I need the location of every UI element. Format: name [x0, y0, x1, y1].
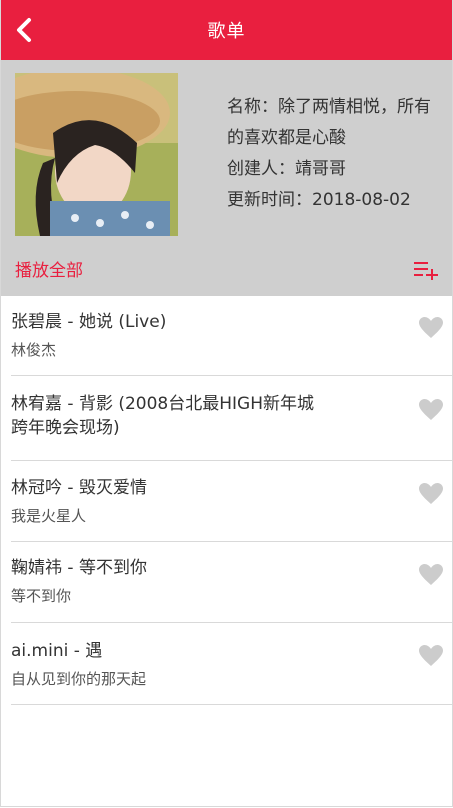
- heart-icon[interactable]: [418, 482, 444, 506]
- song-item[interactable]: 鞠婧祎 - 等不到你 等不到你: [11, 542, 452, 623]
- playlist-cover-image: [15, 73, 178, 236]
- chevron-left-icon[interactable]: [13, 16, 35, 44]
- song-title: 张碧晨 - 她说 (Live): [11, 312, 167, 332]
- play-all-button[interactable]: 播放全部: [15, 256, 83, 281]
- playlist-creator: 创建人：靖哥哥: [227, 159, 346, 179]
- song-title: ai.mini - 遇: [11, 641, 103, 661]
- song-artist: 等不到你: [11, 587, 72, 605]
- playlist-name-continued: 的喜欢都是心酸: [227, 128, 346, 148]
- heart-icon[interactable]: [418, 644, 444, 668]
- song-artist: 自从见到你的那天起: [11, 670, 147, 688]
- heart-icon[interactable]: [418, 563, 444, 587]
- song-list: 张碧晨 - 她说 (Live) 林俊杰 林宥嘉 - 背影 (2008台北最HIG…: [1, 296, 452, 705]
- song-title-continued: 跨年晚会现场): [11, 418, 120, 438]
- top-bar: 歌单: [1, 0, 452, 60]
- song-item[interactable]: ai.mini - 遇 自从见到你的那天起: [11, 623, 452, 705]
- song-title: 鞠婧祎 - 等不到你: [11, 558, 147, 578]
- heart-icon[interactable]: [418, 316, 444, 340]
- song-item[interactable]: 张碧晨 - 她说 (Live) 林俊杰: [11, 296, 452, 376]
- song-artist: 我是火星人: [11, 507, 87, 525]
- song-title: 林宥嘉 - 背影 (2008台北最HIGH新年城: [11, 394, 314, 414]
- playlist-name: 名称：除了两情相悦，所有: [227, 97, 431, 117]
- heart-icon[interactable]: [418, 398, 444, 422]
- song-item[interactable]: 林冠吟 - 毁灭爱情 我是火星人: [11, 461, 452, 542]
- app-frame: 歌单 名称：除了两情相悦，所有 的喜欢都是心酸 创建人：靖哥哥 更新时间：201…: [0, 0, 453, 807]
- page-title: 歌单: [207, 21, 246, 42]
- playlist-info: 名称：除了两情相悦，所有 的喜欢都是心酸 创建人：靖哥哥 更新时间：2018-0…: [227, 92, 445, 216]
- song-title: 林冠吟 - 毁灭爱情: [11, 478, 147, 498]
- playlist-header: 名称：除了两情相悦，所有 的喜欢都是心酸 创建人：靖哥哥 更新时间：2018-0…: [1, 60, 452, 296]
- song-item[interactable]: 林宥嘉 - 背影 (2008台北最HIGH新年城 跨年晚会现场): [11, 376, 452, 461]
- playlist-add-icon[interactable]: [414, 260, 438, 280]
- song-artist: 林俊杰: [11, 341, 57, 359]
- playlist-updated: 更新时间：2018-08-02: [227, 190, 411, 210]
